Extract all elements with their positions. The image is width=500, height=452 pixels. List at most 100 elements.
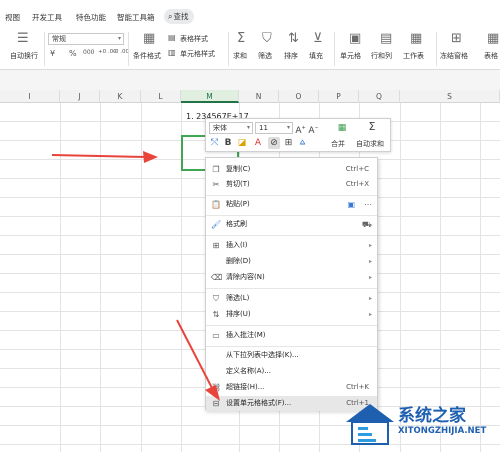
menu-item-label: 格式刷 bbox=[226, 220, 247, 228]
currency-button[interactable]: ¥ bbox=[50, 49, 55, 58]
thousands-button[interactable]: 000 bbox=[83, 49, 94, 56]
bold-button[interactable]: B bbox=[223, 137, 233, 149]
column-header[interactable]: K bbox=[100, 90, 141, 103]
cell-button[interactable]: 单元格 bbox=[340, 51, 361, 61]
format-painter-side-icon[interactable]: ⛟ bbox=[362, 217, 372, 232]
tab-developer-tools[interactable]: 开发工具 bbox=[32, 12, 62, 23]
ribbon-divider bbox=[128, 32, 129, 66]
cell-style-button[interactable]: 单元格样式 bbox=[180, 49, 215, 59]
sort-icon: ⇅ bbox=[288, 31, 299, 46]
formula-bar-area bbox=[0, 70, 500, 90]
font-color-icon[interactable]: A bbox=[253, 137, 263, 149]
menu-item-hyperlink[interactable]: ⛓ 超链接(H)... Ctrl+K bbox=[206, 380, 377, 395]
auto-wrap-button[interactable]: 自动换行 bbox=[10, 51, 38, 61]
chevron-down-icon: ▾ bbox=[117, 35, 121, 42]
freeze-icon: ⊞ bbox=[451, 31, 462, 46]
table-tools-button[interactable]: 表格 bbox=[484, 51, 498, 61]
ribbon-divider bbox=[334, 32, 335, 66]
column-header[interactable]: Q bbox=[359, 90, 400, 103]
menu-item-delete[interactable]: 删除(D) ▸ bbox=[206, 254, 377, 269]
paste-options-icon[interactable]: ▣ bbox=[347, 197, 355, 212]
insert-icon: ⊞ bbox=[212, 241, 220, 250]
column-header[interactable]: P bbox=[319, 90, 359, 103]
tab-special-features[interactable]: 特色功能 bbox=[76, 12, 106, 23]
style-icon[interactable]: ⤲ bbox=[209, 137, 220, 149]
column-header[interactable]: I bbox=[0, 90, 60, 103]
column-header-active[interactable]: M bbox=[181, 90, 239, 103]
menu-item-copy[interactable]: ❐ 复制(C) Ctrl+C bbox=[206, 162, 377, 177]
menu-item-format-painter[interactable]: 🖌 格式刷 ⛟ bbox=[206, 217, 377, 232]
menu-item-paste[interactable]: 📋 粘贴(P) ▣ ⋯ bbox=[206, 197, 377, 212]
more-icon[interactable]: ⋯ bbox=[364, 197, 372, 212]
fill-color-icon[interactable]: ◪ bbox=[236, 137, 248, 149]
column-header[interactable]: J bbox=[60, 90, 100, 103]
conditional-format-button[interactable]: 条件格式 bbox=[133, 51, 161, 61]
tab-view[interactable]: 视图 bbox=[5, 12, 20, 23]
merge-button[interactable]: 合并 bbox=[331, 139, 345, 149]
sum-button[interactable]: 求和 bbox=[233, 51, 247, 61]
shrink-font-button[interactable]: A− bbox=[308, 122, 319, 137]
menu-item-cut[interactable]: ✂ 剪切(T) Ctrl+X bbox=[206, 177, 377, 192]
column-header[interactable]: N bbox=[239, 90, 279, 103]
search-icon: ⌕ bbox=[168, 12, 173, 21]
font-size-select[interactable]: 11 ▾ bbox=[255, 122, 293, 134]
merge-icon: ▦ bbox=[337, 123, 347, 133]
percent-button[interactable]: % bbox=[69, 49, 77, 58]
row-col-button[interactable]: 行和列 bbox=[371, 51, 392, 61]
column-header[interactable]: S bbox=[400, 90, 500, 103]
menu-item-label: 删除(D) bbox=[226, 257, 251, 265]
menu-item-filter[interactable]: ⛉ 筛选(L) ▸ bbox=[206, 291, 377, 306]
sort-button[interactable]: 排序 bbox=[284, 51, 298, 61]
chevron-down-icon: ▾ bbox=[246, 124, 250, 131]
menu-item-clear[interactable]: ⌫ 清除内容(N) ▸ bbox=[206, 270, 377, 285]
context-menu: ❐ 复制(C) Ctrl+C ✂ 剪切(T) Ctrl+X 📋 粘贴(P) ▣ … bbox=[205, 157, 378, 411]
cell-style-icon: ▥ bbox=[168, 48, 176, 57]
erase-icon[interactable]: ⊘ bbox=[268, 137, 280, 149]
autosum-button[interactable]: 自动求和 bbox=[356, 139, 384, 149]
font-select[interactable]: 宋体 ▾ bbox=[209, 122, 253, 134]
grow-font-button[interactable]: A+ bbox=[295, 122, 306, 137]
border-icon[interactable]: ⊞ bbox=[283, 137, 294, 149]
table-style-button[interactable]: 表格样式 bbox=[180, 34, 208, 44]
hyperlink-icon: ⛓ bbox=[211, 383, 222, 392]
fill-button[interactable]: 填充 bbox=[309, 51, 323, 61]
chevron-right-icon: ▸ bbox=[368, 258, 372, 265]
align-icon[interactable]: ⩠ bbox=[297, 137, 308, 149]
filter-icon: ⛉ bbox=[213, 294, 219, 303]
ribbon-tab-bar: 视图 开发工具 特色功能 智能工具箱 ⌕查找 bbox=[0, 8, 500, 28]
font-value: 宋体 bbox=[213, 124, 227, 132]
filter-icon: ⛉ bbox=[262, 31, 272, 46]
decrease-decimal-button[interactable]: -0 .00 bbox=[113, 49, 129, 55]
menu-item-insert-comment[interactable]: ▭ 插入批注(M) bbox=[206, 328, 377, 343]
worksheet-icon: ▦ bbox=[410, 31, 423, 46]
menu-divider bbox=[206, 195, 377, 196]
auto-wrap-icon: ☰ bbox=[17, 31, 29, 46]
filter-button[interactable]: 筛选 bbox=[258, 51, 272, 61]
number-format-select[interactable]: 常规 ▾ bbox=[48, 33, 124, 45]
cell-icon: ▣ bbox=[349, 31, 362, 46]
worksheet-button[interactable]: 工作表 bbox=[403, 51, 424, 61]
menu-item-shortcut: Ctrl+K bbox=[346, 383, 369, 391]
ribbon-divider bbox=[44, 32, 45, 66]
menu-item-define-name[interactable]: 定义名称(A)... bbox=[206, 364, 377, 379]
menu-item-label: 插入(I) bbox=[226, 241, 248, 249]
menu-divider bbox=[206, 325, 377, 326]
row-col-icon: ▤ bbox=[380, 31, 393, 46]
chevron-right-icon: ▸ bbox=[368, 274, 372, 281]
menu-item-label: 超链接(H)... bbox=[226, 383, 265, 391]
column-header[interactable]: L bbox=[141, 90, 181, 103]
menu-item-sort[interactable]: ⇅ 排序(U) ▸ bbox=[206, 307, 377, 322]
search-button[interactable]: ⌕查找 bbox=[164, 9, 194, 24]
menu-divider bbox=[206, 235, 377, 236]
tab-smart-toolbox[interactable]: 智能工具箱 bbox=[117, 12, 155, 23]
menu-item-label: 复制(C) bbox=[226, 165, 251, 173]
menu-item-shortcut: Ctrl+X bbox=[345, 180, 369, 188]
menu-item-pick-from-list[interactable]: 从下拉列表中选择(K)... bbox=[206, 348, 377, 363]
font-size-value: 11 bbox=[259, 124, 268, 132]
freeze-panes-button[interactable]: 冻结窗格 bbox=[440, 51, 468, 61]
column-header[interactable]: O bbox=[279, 90, 319, 103]
menu-item-insert[interactable]: ⊞ 插入(I) ▸ bbox=[206, 238, 377, 253]
cut-icon: ✂ bbox=[212, 180, 220, 189]
menu-item-label: 设置单元格格式(F)... bbox=[226, 399, 292, 407]
grid-line bbox=[60, 103, 61, 452]
